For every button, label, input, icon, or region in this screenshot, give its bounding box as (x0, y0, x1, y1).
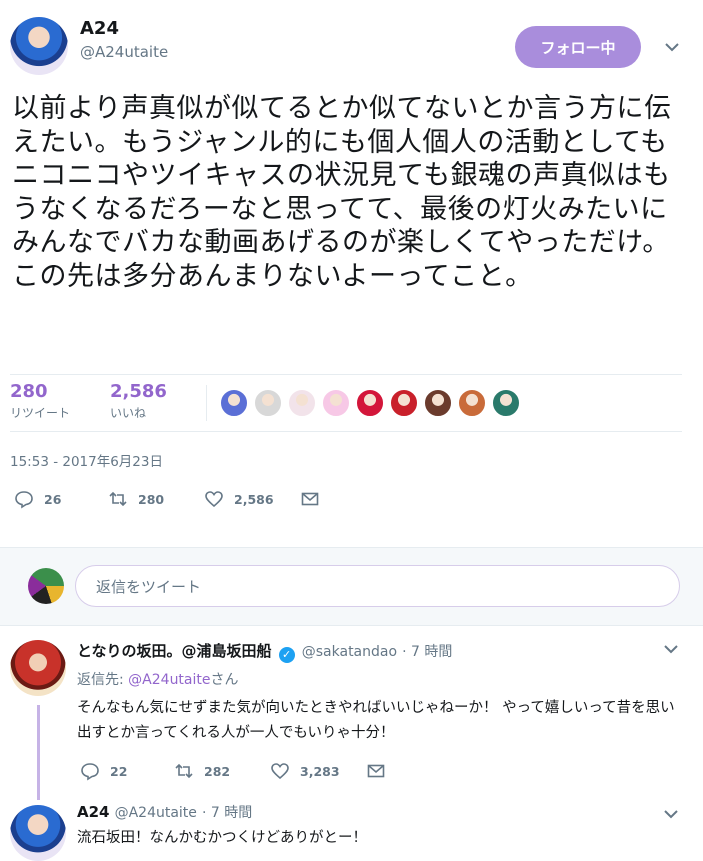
current-user-avatar (28, 568, 64, 604)
reply-input[interactable]: 返信をツイート (75, 565, 680, 607)
heart-icon (271, 763, 289, 780)
reply-text: そんなもん気にせずまた気が向いたときやればいいじゃねーか！ やって嬉しいって昔を… (77, 700, 675, 741)
like-count[interactable]: 2,586 いいね (110, 381, 167, 421)
like-action[interactable]: 3,283 (270, 761, 340, 781)
reply-author-name[interactable]: となりの坂田。@浦島坂田船 (77, 642, 272, 660)
retweet-count-label: リツイート (10, 406, 71, 420)
like-action-count: 2,586 (234, 491, 274, 507)
dm-action[interactable] (300, 489, 330, 509)
reply-to-line: 返信先: @A24utaiteさん (77, 669, 239, 689)
chevron-down-icon[interactable] (663, 38, 681, 56)
retweet-action[interactable]: 282 (174, 761, 230, 781)
reply-actions: 22 282 3,283 (0, 757, 703, 787)
author-handle[interactable]: @A24utaite (80, 43, 168, 61)
author-block: A24 @A24utaite (80, 18, 168, 61)
like-count-value: 2,586 (110, 381, 167, 402)
retweet-icon (175, 763, 193, 779)
reply-author-name[interactable]: A24 (77, 803, 109, 821)
retweet-count-value: 280 (10, 381, 48, 402)
reply-time[interactable]: · 7 時間 (402, 644, 452, 660)
reply-to-prefix: 返信先: (77, 672, 129, 688)
liker-avatar[interactable] (322, 389, 350, 417)
mail-icon (301, 492, 319, 506)
reply-action-count: 22 (110, 763, 128, 779)
liker-avatar[interactable] (254, 389, 282, 417)
reply-action-count: 26 (44, 491, 62, 507)
retweet-count[interactable]: 280 リツイート (10, 381, 70, 421)
retweet-action-count: 280 (138, 491, 165, 507)
tweet-actions: 26 280 2,586 (0, 485, 703, 515)
reply-to-mention[interactable]: @A24utaite (128, 672, 210, 688)
reply-to-suffix: さん (210, 672, 239, 688)
tweet-timestamp[interactable]: 15:53 - 2017年6月23日 (10, 450, 163, 470)
section-divider (0, 625, 703, 626)
retweet-action-count: 282 (204, 763, 231, 779)
reply-author-handle[interactable]: @A24utaite (115, 805, 197, 821)
reply-text: 流石坂田！なんかむかつくけどありがとー！ (77, 830, 367, 846)
liker-avatar[interactable] (458, 389, 486, 417)
reply-avatar[interactable] (10, 640, 66, 696)
reply-header: A24 @A24utaite · 7 時間 (77, 802, 252, 822)
chevron-down-icon[interactable] (662, 640, 680, 662)
following-button[interactable]: フォロー中 (515, 26, 641, 68)
liker-avatar[interactable] (492, 389, 520, 417)
retweet-icon (109, 491, 127, 507)
like-count-label: いいね (110, 406, 147, 420)
chevron-down-icon[interactable] (662, 805, 680, 827)
author-avatar[interactable] (10, 17, 68, 75)
like-action[interactable]: 2,586 (204, 489, 274, 509)
liker-avatar[interactable] (288, 389, 316, 417)
liker-avatar[interactable] (220, 389, 248, 417)
heart-icon (205, 491, 223, 508)
stats-divider (206, 385, 207, 421)
reply-icon (81, 763, 99, 781)
reply-icon (15, 491, 33, 509)
retweet-action[interactable]: 280 (108, 489, 164, 509)
reply-avatar[interactable] (10, 805, 66, 861)
tweet-stats: 280 リツイート 2,586 いいね (10, 374, 682, 432)
liker-avatar[interactable] (424, 389, 452, 417)
reply-action[interactable]: 22 (80, 761, 127, 781)
author-name[interactable]: A24 (80, 18, 168, 39)
reply-author-handle[interactable]: @sakatandao (302, 644, 397, 660)
reply-header: となりの坂田。@浦島坂田船 ✓ @sakatandao · 7 時間 (77, 640, 452, 663)
liker-avatar[interactable] (390, 389, 418, 417)
reply-compose: 返信をツイート (0, 548, 703, 625)
tweet-text: 以前より声真似が似てるとか似てないとか言う方に伝えたい。もうジャンル的にも個人個… (12, 93, 672, 292)
reply-time[interactable]: · 7 時間 (202, 805, 252, 821)
liker-avatar[interactable] (356, 389, 384, 417)
mail-icon (367, 764, 385, 778)
verified-badge-icon: ✓ (278, 647, 295, 663)
reply-action[interactable]: 26 (14, 489, 61, 509)
dm-action[interactable] (366, 761, 396, 781)
like-action-count: 3,283 (300, 763, 340, 779)
